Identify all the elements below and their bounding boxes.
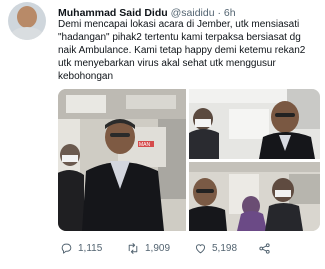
share-button[interactable] xyxy=(258,240,271,256)
like-count: 5,198 xyxy=(212,242,238,254)
tweet-text-line: kebohongan xyxy=(58,71,114,82)
retweet-icon xyxy=(128,242,138,254)
reply-count: 1,115 xyxy=(78,242,103,254)
retweet-count: 1,909 xyxy=(145,242,171,254)
avatar-shirt xyxy=(10,27,44,40)
ambulance-sign-text: MAN xyxy=(139,142,151,148)
photo-ambulance-left[interactable]: MAN xyxy=(58,89,186,231)
tweet-actions: 1,115 1,909 5,198 xyxy=(58,240,320,256)
heart-icon xyxy=(195,243,206,253)
tweet-text-line: utk menyebarkan virus akal sehat utk men… xyxy=(58,58,276,69)
photo-ambulance-bottom-right-image xyxy=(189,162,320,231)
avatar[interactable] xyxy=(8,2,46,40)
share-icon xyxy=(259,242,270,254)
tweet-media-grid: MAN xyxy=(58,89,320,231)
avatar-face xyxy=(17,6,37,28)
tweet-text-line: Demi mencapai lokasi acara di Jember, ut… xyxy=(58,19,300,30)
like-button[interactable]: 5,198 xyxy=(194,240,237,256)
tweet-text-line: "hadangan" pihak2 tertentu kami terpaksa… xyxy=(58,32,301,43)
photo-ambulance-bottom-right[interactable] xyxy=(189,162,320,231)
reply-button[interactable]: 1,115 xyxy=(60,240,102,256)
tweet-card[interactable]: Muhammad Said Didu @saididu · 6h Demi me… xyxy=(0,0,325,269)
photo-ambulance-top-right[interactable] xyxy=(189,89,320,159)
retweet-button[interactable]: 1,909 xyxy=(126,240,170,256)
tweet-text-line: naik Ambulance. Kami tetap happy demi ke… xyxy=(58,45,306,56)
photo-ambulance-top-right-image xyxy=(189,89,320,159)
photo-ambulance-left-image: MAN xyxy=(58,89,186,231)
reply-icon xyxy=(61,243,72,254)
tweet-text: Demi mencapai lokasi acara di Jember, ut… xyxy=(58,18,320,83)
